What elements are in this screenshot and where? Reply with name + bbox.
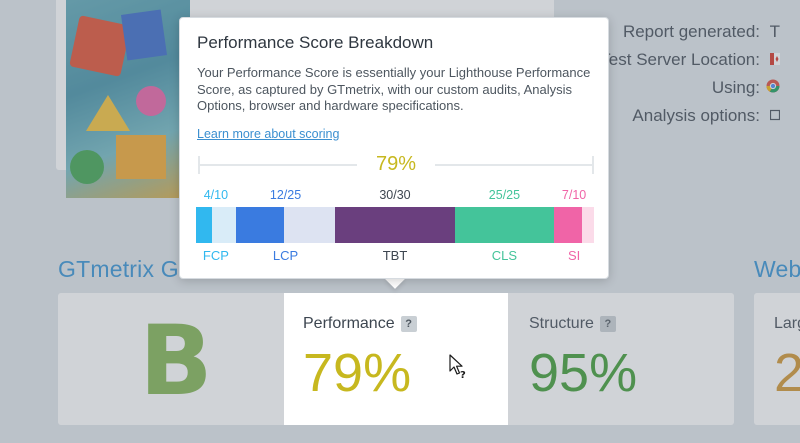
performance-value: 79%: [303, 343, 412, 403]
structure-label: Structure?: [529, 315, 616, 333]
gtmetrix-grade-title: GTmetrix G: [58, 256, 179, 282]
popover-score: 79%: [357, 153, 435, 176]
analysis-options-label: Analysis options:: [632, 106, 760, 125]
green-sphere-shape: [70, 150, 104, 184]
checkbox-icon: [766, 102, 781, 130]
report-generated-value: T: [769, 22, 780, 41]
analysis-options-row: Analysis options:: [600, 102, 781, 130]
pink-sphere-shape: [136, 86, 166, 116]
test-server-label: Test Server Location:: [600, 50, 760, 69]
segment-track-tbt[interactable]: [335, 207, 455, 243]
performance-help-icon[interactable]: ?: [400, 315, 417, 332]
grade-letter: B: [139, 305, 213, 417]
performance-panel[interactable]: Performance? 79%: [284, 293, 508, 425]
score-breakdown-bar: [196, 207, 594, 243]
segment-track-lcp[interactable]: [235, 207, 336, 243]
lcp-partial-label: Larg: [774, 315, 800, 332]
segment-fill-cls: [454, 207, 555, 243]
segment-fill-fcp: [196, 207, 212, 243]
help-cursor-icon: ?: [449, 354, 469, 385]
using-label: Using:: [711, 78, 760, 97]
segment-score-fcp: 4/10: [203, 188, 229, 202]
segment-name-tbt: TBT: [382, 248, 408, 263]
segment-track-si[interactable]: [554, 207, 594, 243]
structure-value: 95%: [529, 343, 638, 403]
svg-text:?: ?: [460, 370, 466, 380]
report-generated-label: Report generated:: [622, 22, 760, 41]
report-meta: Report generated: T Test Server Location:…: [600, 18, 781, 130]
structure-help-icon[interactable]: ?: [599, 315, 616, 332]
segment-name-lcp: LCP: [272, 248, 299, 263]
performance-label-text: Performance: [303, 315, 395, 332]
segment-name-fcp: FCP: [202, 248, 229, 263]
popover-description: Your Performance Score is essentially yo…: [197, 65, 591, 113]
blue-cube-shape: [120, 9, 168, 61]
segment-score-tbt: 30/30: [379, 188, 411, 202]
performance-label: Performance?: [303, 315, 417, 333]
page-screenshot-image[interactable]: [66, 0, 190, 198]
popover-title: Performance Score Breakdown: [197, 33, 434, 52]
canada-flag-icon: [766, 46, 780, 74]
segment-fill-tbt: [335, 207, 455, 243]
segment-name-si: SI: [567, 248, 581, 263]
segment-name-cls: CLS: [491, 248, 518, 263]
report-generated-row: Report generated: T: [600, 18, 780, 46]
segment-score-lcp: 12/25: [269, 188, 302, 202]
yellow-cone-shape: [86, 95, 130, 131]
segment-score-cls: 25/25: [488, 188, 521, 202]
orange-cube-shape: [116, 135, 166, 179]
segment-track-cls[interactable]: [454, 207, 555, 243]
performance-score-popover: Performance Score Breakdown Your Perform…: [179, 17, 609, 279]
test-server-row: Test Server Location:: [600, 46, 780, 74]
score-line-end-cap: [592, 156, 594, 174]
segment-fill-si: [554, 207, 583, 243]
learn-more-link[interactable]: Learn more about scoring: [197, 127, 339, 141]
segment-score-si: 7/10: [561, 188, 587, 202]
segment-fill-lcp: [235, 207, 284, 243]
structure-label-text: Structure: [529, 315, 594, 332]
lcp-partial-value: 2: [774, 343, 800, 403]
web-vitals-title: Web: [754, 256, 800, 282]
using-row: Using:: [600, 74, 780, 102]
score-line-start-cap: [198, 156, 200, 174]
segment-track-fcp[interactable]: [196, 207, 236, 243]
chrome-icon: [766, 74, 780, 102]
